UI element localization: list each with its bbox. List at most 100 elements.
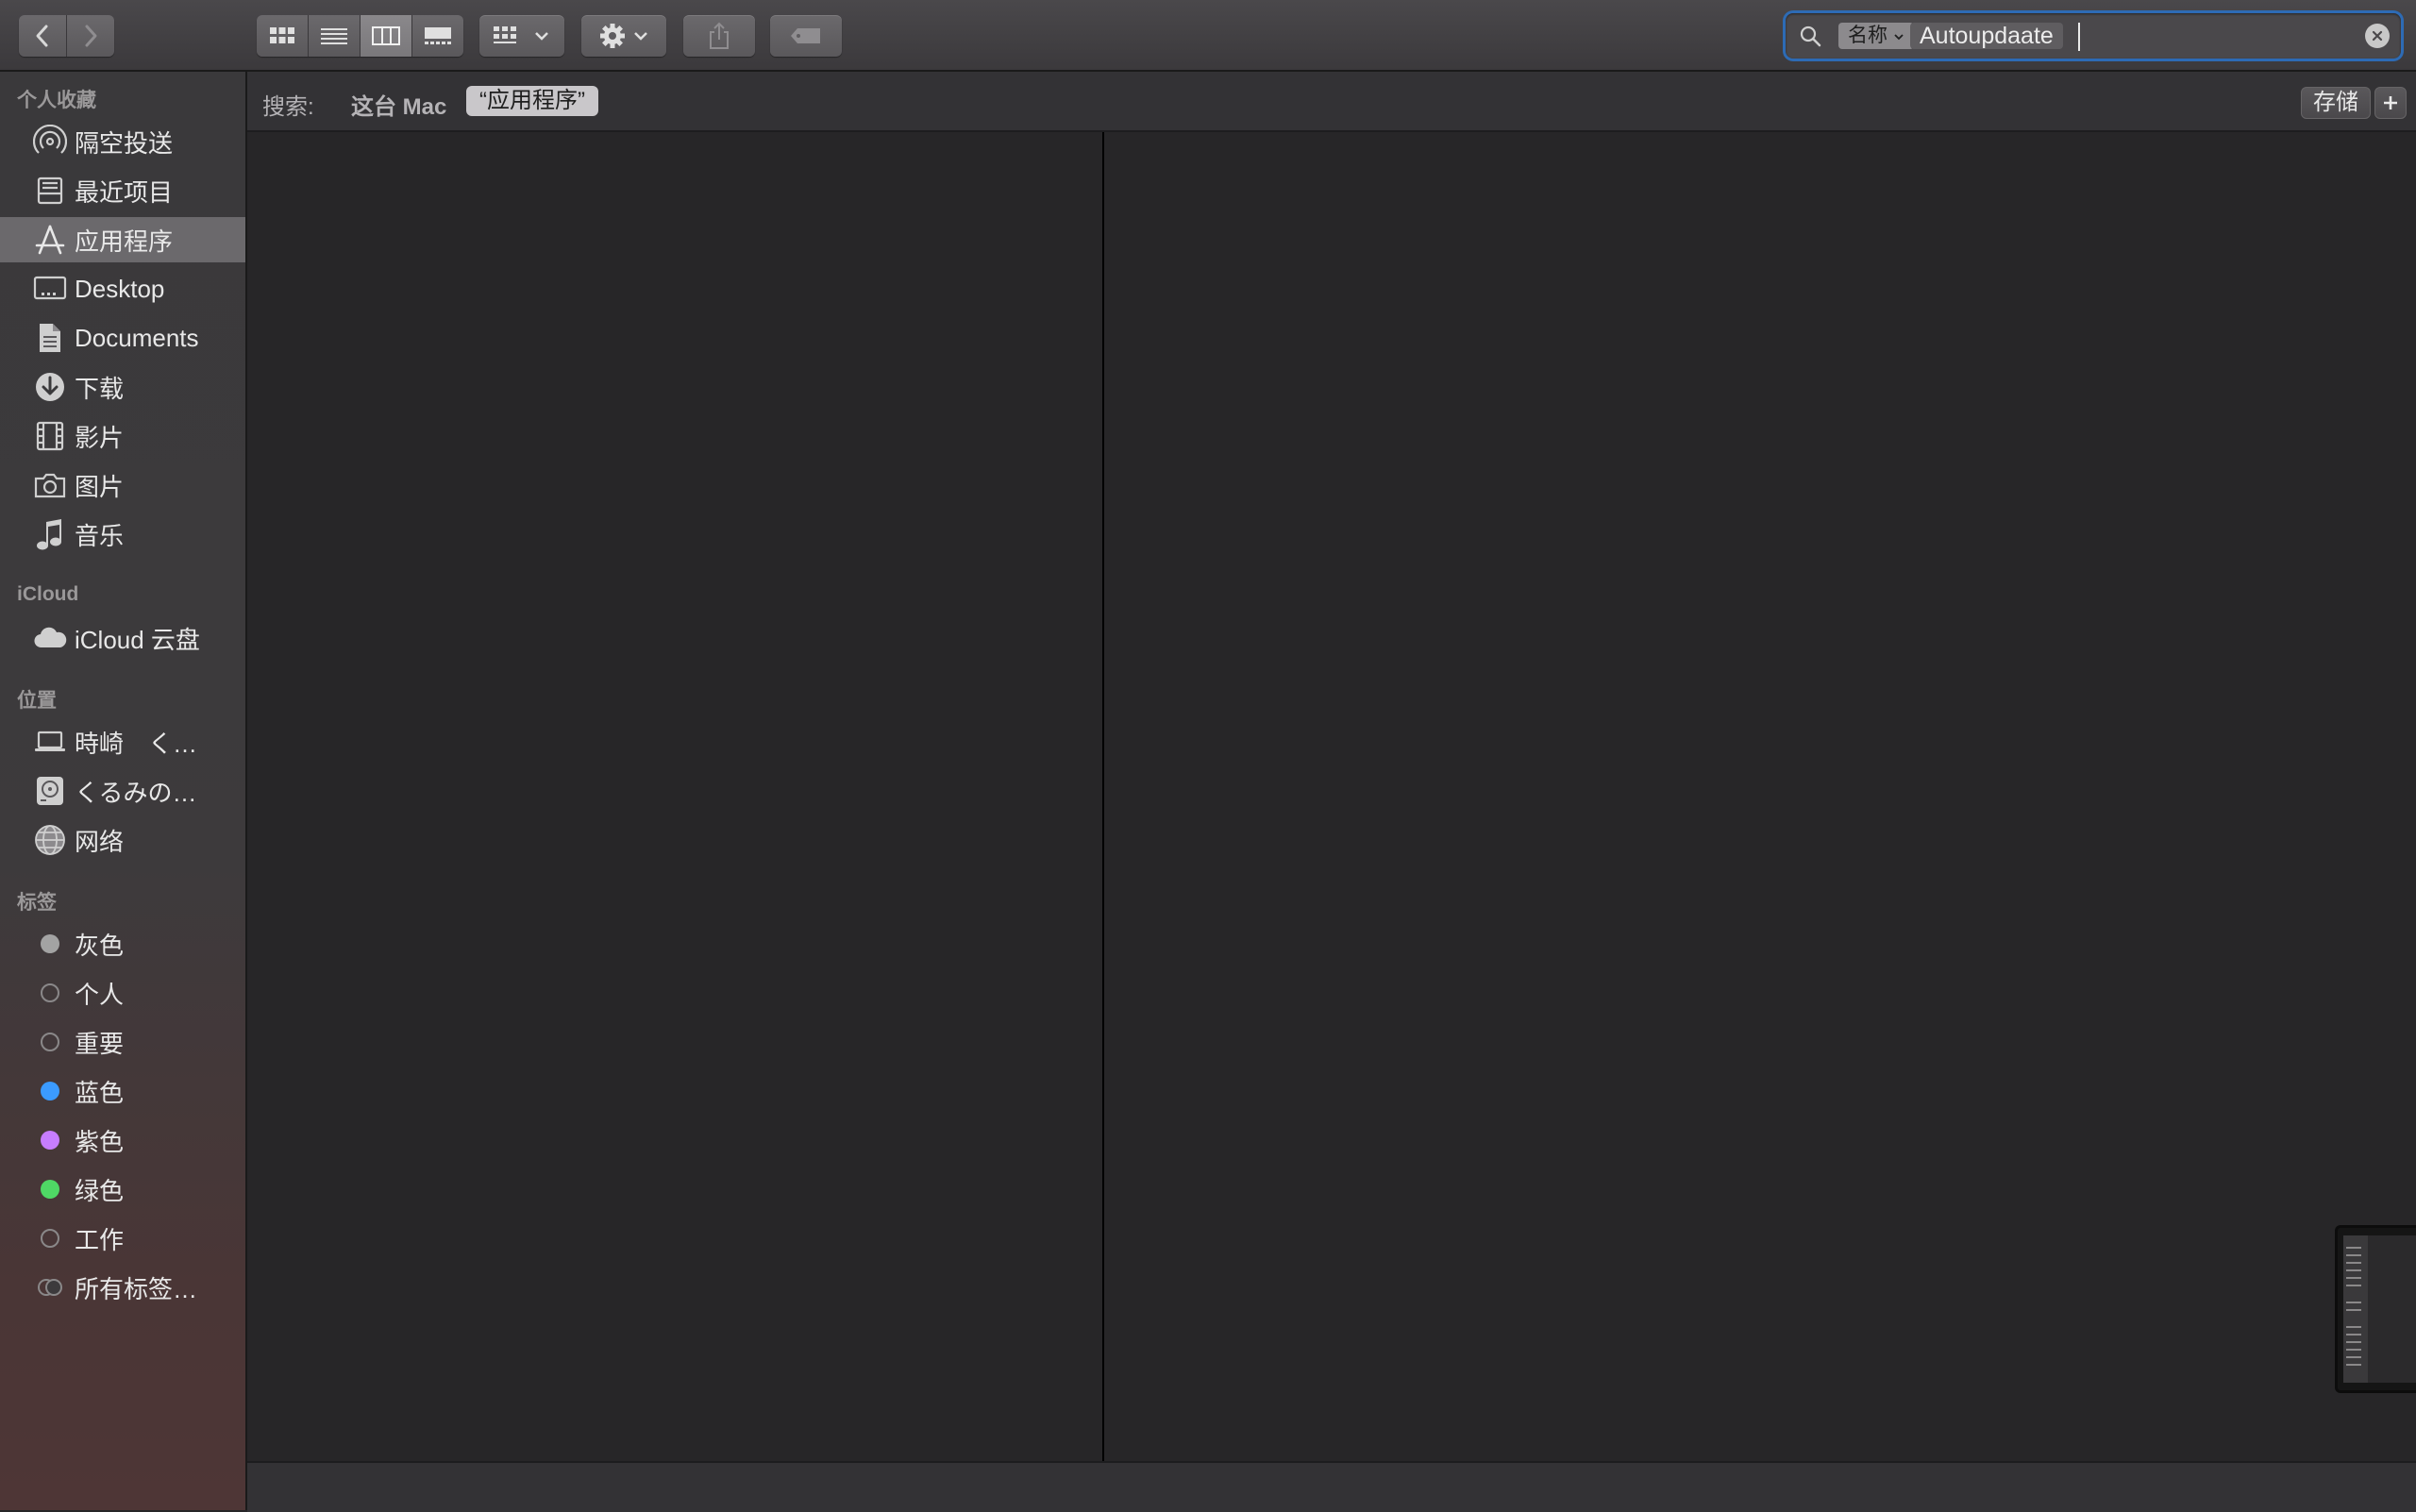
group-by-button[interactable] [479, 15, 564, 57]
sidebar-tag-blue[interactable]: 蓝色 [0, 1068, 245, 1114]
results-column[interactable] [247, 132, 1104, 1461]
sidebar-item-label: 下载 [75, 374, 125, 403]
tag-color-dot [31, 1121, 69, 1159]
edit-tags-button[interactable] [770, 15, 842, 57]
list-view-button[interactable] [309, 15, 361, 57]
cloud-icon [31, 619, 69, 657]
sidebar-item-label: 重要 [75, 1029, 125, 1058]
sidebar-item-downloads[interactable]: 下载 [0, 364, 245, 410]
sidebar-item-label: 隔空投送 [75, 128, 174, 158]
sidebar-item-pictures[interactable]: 图片 [0, 462, 245, 508]
tag-empty-dot [31, 974, 69, 1012]
preview-column[interactable] [1104, 132, 2416, 1461]
sidebar-item-disk[interactable]: くるみの… [0, 768, 245, 814]
grid-icon [270, 27, 294, 43]
recents-icon [31, 172, 69, 210]
sidebar-item-network[interactable]: 网络 [0, 817, 245, 863]
sidebar-tag-green[interactable]: 绿色 [0, 1167, 245, 1212]
chevron-down-icon [1894, 34, 1904, 41]
camera-icon [31, 466, 69, 504]
sidebar-item-documents[interactable]: Documents [0, 315, 245, 361]
all-tags-icon [31, 1268, 69, 1306]
sidebar: 个人收藏 隔空投送 最近项目 应用程序 Desktop Documents 下载… [0, 72, 247, 1510]
navigation-buttons [19, 15, 114, 57]
search-query-token[interactable]: Autoupdaate [1910, 23, 2063, 49]
sidebar-item-movies[interactable]: 影片 [0, 413, 245, 459]
sidebar-item-label: 绿色 [75, 1176, 125, 1205]
search-scope-bar: 搜索: 这台 Mac “应用程序” 存储 [247, 72, 2416, 132]
sidebar-item-label: 图片 [75, 472, 125, 501]
gallery-view-button[interactable] [412, 15, 463, 57]
airdrop-icon [31, 123, 69, 160]
sidebar-item-recents[interactable]: 最近项目 [0, 168, 245, 213]
sidebar-item-label: iCloud 云盘 [75, 625, 200, 654]
sidebar-tag-gray[interactable]: 灰色 [0, 921, 245, 966]
sidebar-tag-purple[interactable]: 紫色 [0, 1117, 245, 1163]
chevron-down-icon [535, 32, 548, 41]
desktop-icon [31, 270, 69, 308]
search-field[interactable]: 名称 Autoupdaate [1786, 13, 2401, 59]
sidebar-item-label: 紫色 [75, 1127, 125, 1156]
downloads-icon [31, 368, 69, 406]
sidebar-item-label: 个人 [75, 980, 125, 1009]
sidebar-item-label: くるみの… [75, 778, 197, 807]
sidebar-item-label: 最近项目 [75, 177, 174, 207]
sidebar-tag-personal[interactable]: 个人 [0, 970, 245, 1016]
sidebar-section-icloud: iCloud [17, 583, 79, 605]
sidebar-item-label: 所有标签… [75, 1274, 198, 1303]
sidebar-item-computer[interactable]: 時崎 く… [0, 719, 245, 764]
movies-icon [31, 417, 69, 455]
plus-icon [2384, 96, 2397, 109]
scope-this-mac-button[interactable]: 这台 Mac [351, 88, 446, 121]
forward-button[interactable] [67, 15, 114, 57]
search-attribute-token[interactable]: 名称 [1838, 23, 1914, 49]
sidebar-item-icloud-drive[interactable]: iCloud 云盘 [0, 615, 245, 661]
sidebar-item-label: 蓝色 [75, 1078, 125, 1107]
sidebar-item-music[interactable]: 音乐 [0, 512, 245, 557]
chevron-down-icon [634, 32, 647, 41]
sidebar-tag-all[interactable]: 所有标签… [0, 1265, 245, 1310]
action-menu-button[interactable] [581, 15, 666, 57]
sidebar-item-label: 時崎 く… [75, 729, 198, 758]
sidebar-tag-important[interactable]: 重要 [0, 1019, 245, 1065]
sidebar-item-desktop[interactable]: Desktop [0, 266, 245, 311]
sidebar-item-applications[interactable]: 应用程序 [0, 217, 245, 262]
tag-empty-dot [31, 1219, 69, 1257]
back-button[interactable] [19, 15, 67, 57]
search-icon [1800, 25, 1821, 47]
finder-toolbar: 名称 Autoupdaate [0, 0, 2416, 72]
sidebar-section-tags: 标签 [17, 892, 57, 914]
sidebar-section-locations: 位置 [17, 690, 57, 712]
sidebar-item-label: 灰色 [75, 931, 125, 960]
sidebar-item-label: 工作 [75, 1225, 125, 1254]
column-view-button[interactable] [361, 15, 412, 57]
chevron-left-icon [36, 25, 48, 47]
add-criteria-button[interactable] [2374, 87, 2407, 119]
tag-icon [791, 28, 820, 43]
tag-empty-dot [31, 1023, 69, 1061]
list-icon [321, 28, 347, 44]
sidebar-item-label: 音乐 [75, 521, 125, 550]
sidebar-section-favorites: 个人收藏 [17, 90, 96, 111]
gallery-icon [425, 27, 451, 44]
chevron-right-icon [85, 25, 97, 47]
screenshot-thumbnail[interactable] [2335, 1225, 2416, 1393]
share-button[interactable] [683, 15, 755, 57]
applications-icon [31, 221, 69, 259]
close-icon [2372, 30, 2383, 42]
sidebar-tag-work[interactable]: 工作 [0, 1216, 245, 1261]
group-icon [494, 26, 516, 43]
sidebar-item-label: 应用程序 [75, 227, 174, 256]
icon-view-button[interactable] [257, 15, 309, 57]
documents-icon [31, 319, 69, 357]
clear-search-button[interactable] [2365, 24, 2390, 48]
scope-applications-button[interactable]: “应用程序” [466, 86, 598, 116]
save-search-button[interactable]: 存储 [2301, 87, 2371, 119]
gear-icon [600, 24, 625, 48]
view-mode-control [257, 15, 463, 57]
sidebar-item-label: Desktop [75, 274, 165, 303]
sidebar-item-label: 网络 [75, 827, 125, 856]
sidebar-item-airdrop[interactable]: 隔空投送 [0, 119, 245, 164]
disk-icon [31, 772, 69, 810]
laptop-icon [31, 723, 69, 761]
